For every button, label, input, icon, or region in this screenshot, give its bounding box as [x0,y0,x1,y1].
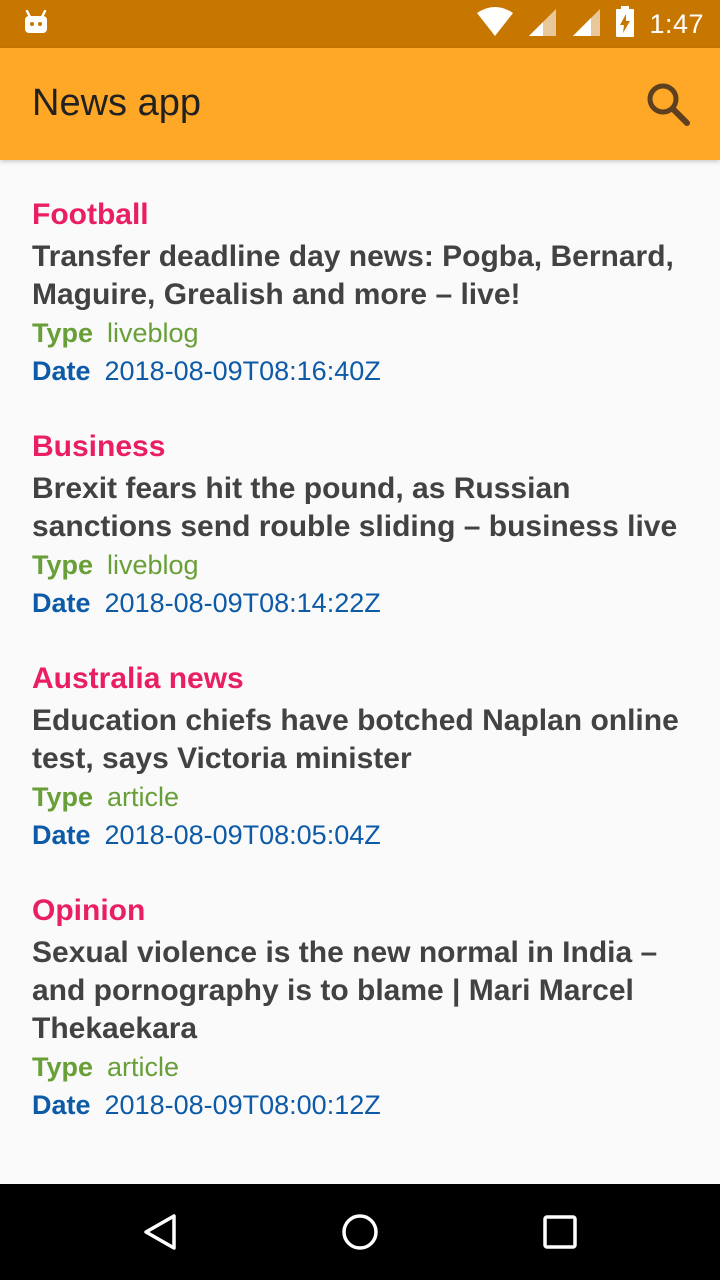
signal-icon [571,7,601,42]
app-bar: News app [0,48,720,160]
article-type: article [107,1052,180,1082]
back-button[interactable] [132,1204,188,1260]
article-type: liveblog [107,550,199,580]
date-label: Date [32,588,91,618]
search-icon [647,83,690,126]
article-date: 2018-08-09T08:00:12Z [104,1090,381,1120]
type-label: Type [32,782,94,812]
article-section: Australia news [32,662,244,695]
home-icon [342,1214,378,1250]
recents-icon [543,1215,577,1249]
article-title: Education chiefs have botched Naplan onl… [32,704,679,775]
article-date: 2018-08-09T08:16:40Z [104,356,381,386]
article-type-row: Type article [32,1048,688,1086]
list-item[interactable]: Business Brexit fears hit the pound, as … [32,390,688,622]
type-label: Type [32,318,94,348]
article-title: Sexual violence is the new normal in Ind… [32,936,658,1045]
article-list: Football Transfer deadline day news: Pog… [0,160,720,1124]
article-section: Business [32,430,166,463]
screen: 1:47 News app Football Transfer deadline… [0,0,720,1280]
article-type-row: Type article [32,778,688,816]
type-label: Type [32,550,94,580]
status-bar: 1:47 [0,0,720,48]
article-type: liveblog [107,318,199,348]
signal-icon [527,7,557,42]
list-item[interactable]: Opinion Sexual violence is the new norma… [32,854,688,1124]
article-title: Transfer deadline day news: Pogba, Berna… [32,240,674,311]
android-icon [24,9,48,34]
app-title: News app [32,82,201,124]
battery-charging-icon [615,5,635,43]
status-time: 1:47 [649,8,704,39]
navigation-bar [0,1184,720,1280]
article-date: 2018-08-09T08:14:22Z [104,588,381,618]
article-date-row: Date 2018-08-09T08:16:40Z [32,352,688,390]
wifi-icon [477,6,514,42]
article-date-row: Date 2018-08-09T08:14:22Z [32,584,688,622]
article-type-row: Type liveblog [32,546,688,584]
date-label: Date [32,1090,91,1120]
back-icon [144,1214,176,1250]
home-button[interactable] [332,1204,388,1260]
list-item[interactable]: Australia news Education chiefs have bot… [32,622,688,854]
recents-button[interactable] [532,1204,588,1260]
article-type: article [107,782,180,812]
date-label: Date [32,820,91,850]
type-label: Type [32,1052,94,1082]
article-type-row: Type liveblog [32,314,688,352]
article-title: Brexit fears hit the pound, as Russian s… [32,472,678,543]
article-section: Football [32,198,149,231]
list-item[interactable]: Football Transfer deadline day news: Pog… [32,160,688,390]
article-date: 2018-08-09T08:05:04Z [104,820,381,850]
search-button[interactable] [640,76,696,132]
article-date-row: Date 2018-08-09T08:00:12Z [32,1086,688,1124]
status-icons: 1:47 [477,0,704,48]
article-section: Opinion [32,894,146,927]
date-label: Date [32,356,91,386]
article-date-row: Date 2018-08-09T08:05:04Z [32,816,688,854]
